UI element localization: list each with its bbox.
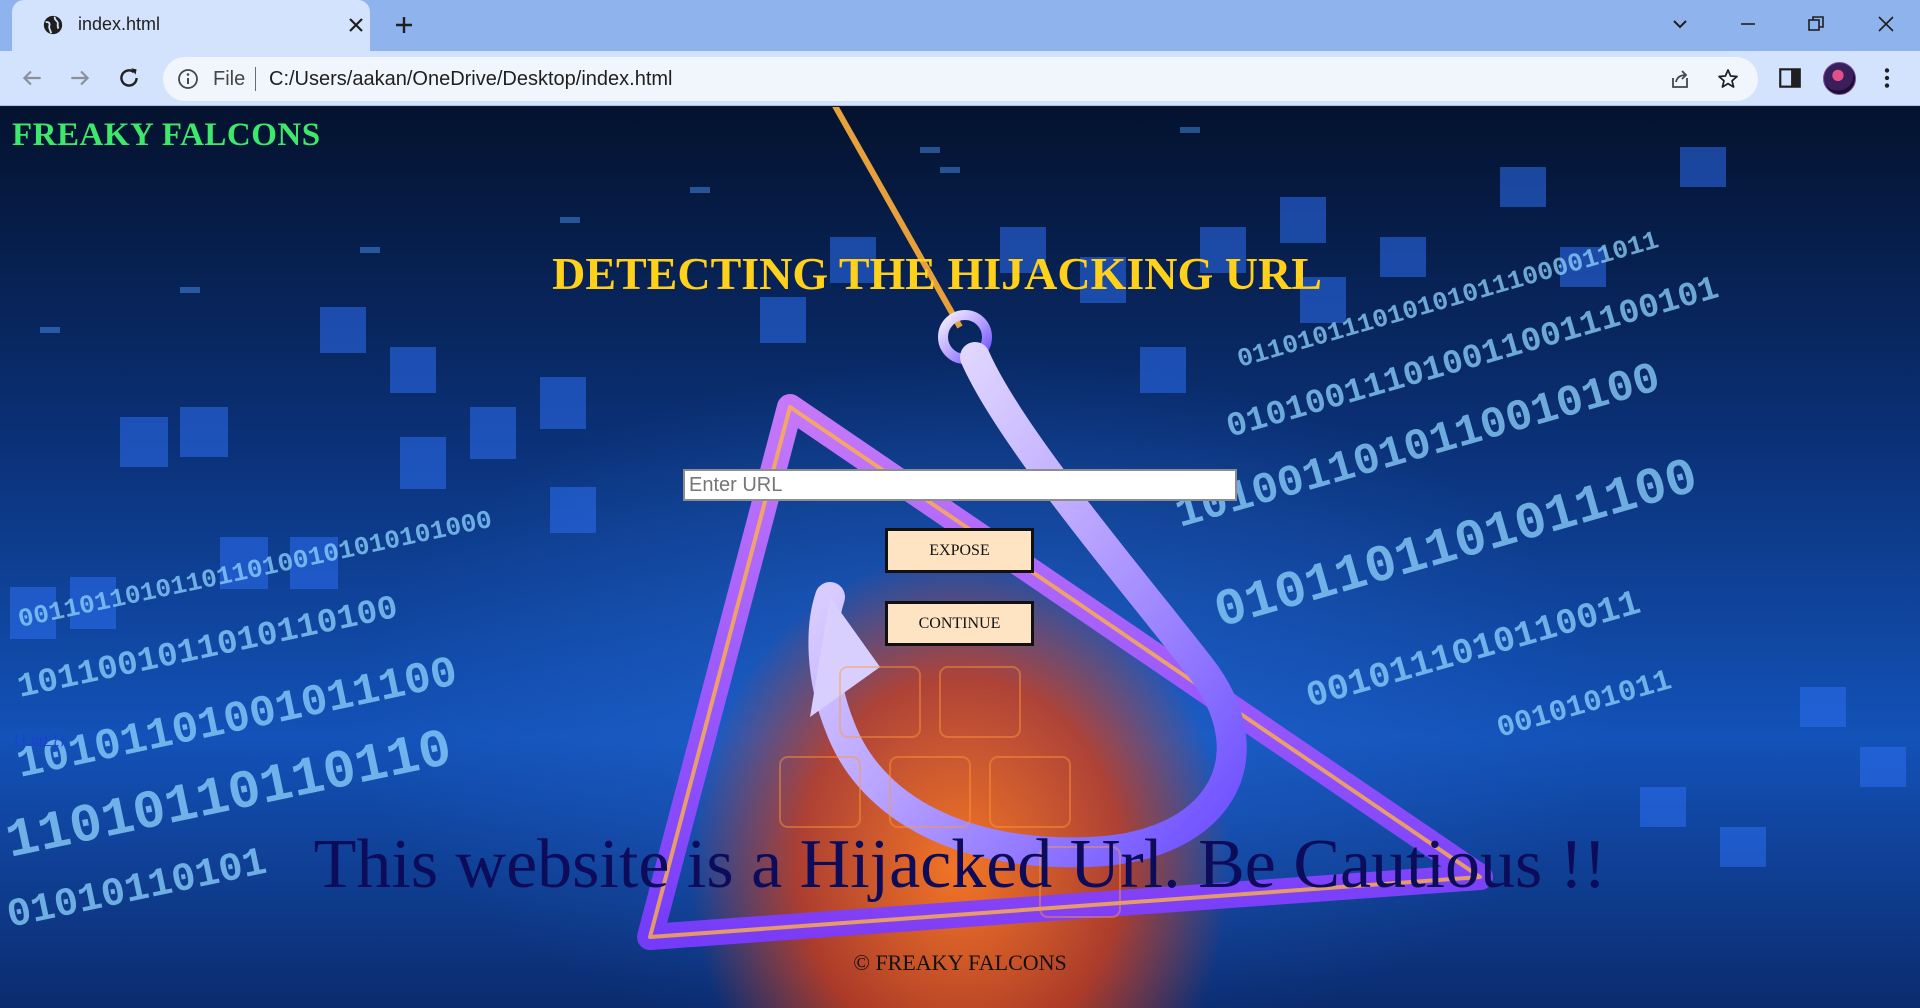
url-input[interactable]	[683, 469, 1237, 501]
share-icon[interactable]	[1669, 68, 1691, 90]
globe-icon	[43, 15, 63, 35]
close-tab-icon[interactable]	[346, 15, 366, 35]
minimize-icon[interactable]	[1736, 12, 1760, 36]
url-text[interactable]: C:/Users/aakan/OneDrive/Desktop/index.ht…	[269, 68, 673, 91]
tab-strip: index.html	[0, 0, 1920, 51]
more-menu-icon[interactable]	[1874, 65, 1900, 91]
reload-icon[interactable]	[116, 65, 142, 91]
tab-title: index.html	[78, 14, 161, 34]
browser-toolbar: File C:/Users/aakan/OneDrive/Desktop/ind…	[0, 51, 1920, 106]
forward-icon[interactable]	[67, 65, 93, 91]
omnibox-divider	[255, 67, 256, 91]
svg-text:001101101011011010010101010100: 0011011010110110100101010101000	[15, 505, 494, 635]
url-template-placeholder: {{ url }}	[13, 732, 66, 748]
page-title-text: DETECTING THE HIJACKING URL	[552, 248, 1322, 299]
browser-tab[interactable]: index.html	[12, 0, 370, 51]
brand-logo-text: FREAKY FALCONS	[12, 117, 321, 153]
profile-avatar[interactable]	[1823, 62, 1856, 95]
page-title: DETECTING THE HIJACKING URL	[0, 247, 1920, 300]
bookmark-star-icon[interactable]	[1717, 68, 1739, 90]
restore-icon[interactable]	[1804, 12, 1828, 36]
back-icon[interactable]	[19, 65, 45, 91]
page-viewport: 0110101110101010111000011011 01010011101…	[0, 107, 1920, 1008]
hijack-warning-message: This website is a Hijacked Url. Be Cauti…	[313, 826, 1607, 903]
close-window-icon[interactable]	[1874, 12, 1898, 36]
side-panel-icon[interactable]	[1777, 65, 1803, 91]
footer-copyright: © FREAKY FALCONS	[853, 950, 1067, 975]
site-info-icon[interactable]	[177, 68, 199, 90]
expose-button[interactable]: EXPOSE	[885, 528, 1034, 573]
new-tab-icon[interactable]	[392, 13, 416, 37]
url-scheme: File	[213, 68, 246, 90]
tab-search-icon[interactable]	[1668, 12, 1692, 36]
svg-text:0010101011: 0010101011	[1493, 664, 1675, 746]
address-bar[interactable]: File C:/Users/aakan/OneDrive/Desktop/ind…	[163, 57, 1758, 101]
continue-button[interactable]: CONTINUE	[885, 601, 1034, 646]
